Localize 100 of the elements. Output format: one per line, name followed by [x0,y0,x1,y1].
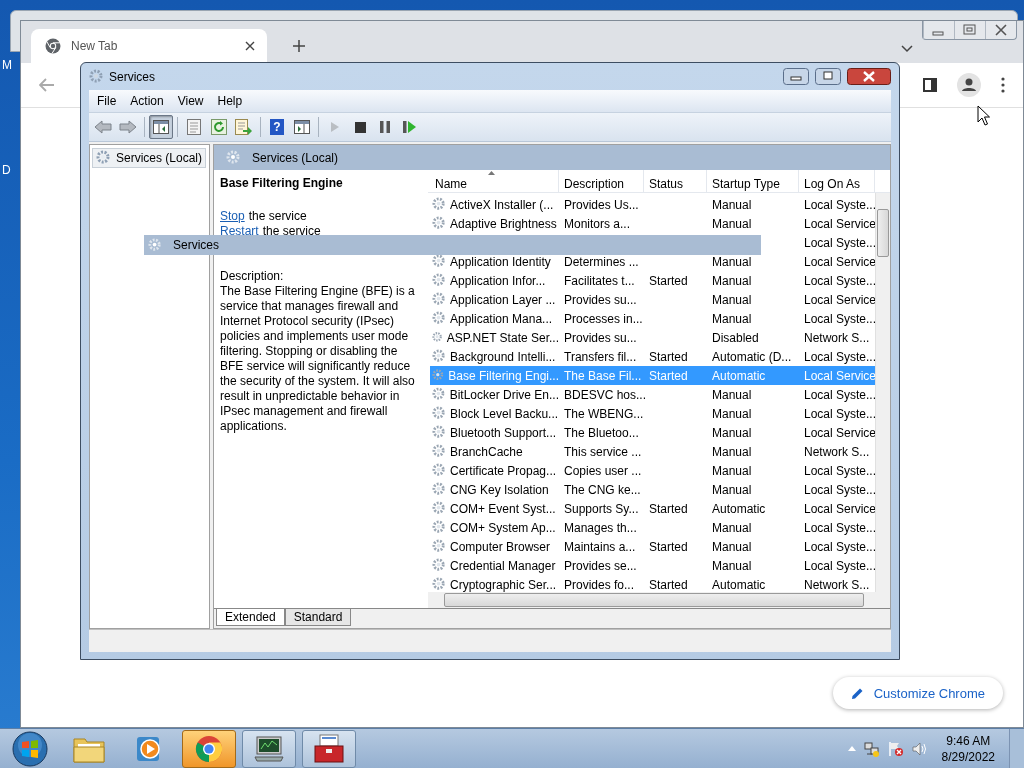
view-tab[interactable]: Extended [216,609,285,626]
close-icon[interactable] [847,68,891,85]
menu-item[interactable]: File [91,94,123,108]
service-row[interactable]: Computer Browser Maintains a... Started Manual Local Syste... [430,537,875,556]
new-tab-icon[interactable] [293,40,305,52]
service-row[interactable]: Application Identity Determines ... Manual Local Service [430,252,875,271]
back-arrow-icon[interactable] [39,78,55,92]
table-cell: Local Service [804,501,877,516]
table-cell: Provides fo... [564,577,635,592]
table-cell: Manual [712,406,752,421]
table-cell: Manual [712,292,752,307]
flag-icon[interactable] [887,740,904,757]
chevron-down-icon[interactable] [901,45,913,53]
menu-icon[interactable] [1001,77,1005,93]
column-header[interactable]: Name [430,170,559,192]
table-cell: Application Mana... [450,311,553,326]
table-cell: Block Level Backu... [450,406,559,421]
browser-tab[interactable]: New Tab [31,29,267,63]
right-arrow-icon [119,120,137,134]
table-cell: Manual [712,387,752,402]
table-cell: Application Identity [450,254,551,269]
table-cell: Local Syste... [804,482,877,497]
service-row[interactable]: Application Layer ... Provides su... Manual Local Service [430,290,875,309]
clock[interactable]: 9:46 AM 8/29/2022 [941,732,995,765]
tab-title: New Tab [71,39,119,53]
taskbar-button[interactable] [302,729,356,768]
scrollbar-thumb[interactable] [877,209,889,257]
service-row[interactable]: ASP.NET State Ser... Provides su... Disabled Network S... [430,328,875,347]
table-cell: Manual [712,539,752,554]
side-panel-icon[interactable] [923,78,937,92]
service-row[interactable]: Application Infor... Facilitates t... Started Manual Local Syste... [430,271,875,290]
network-icon[interactable] [863,740,880,757]
table-cell: The Bluetoo... [564,425,639,440]
column-header[interactable]: Status [644,170,707,192]
horizontal-scrollbar[interactable] [428,592,890,608]
table-cell: Provides se... [564,558,637,573]
table-cell: Local Service [804,368,877,383]
service-row[interactable]: COM+ System Ap... Manages th... Manual Local Syste... [430,518,875,537]
window-panes-icon [153,120,169,134]
monitor-icon [253,734,285,763]
table-cell: Local Syste... [804,349,877,364]
service-row[interactable]: Adaptive Brightness Monitors a... Manual Local Service [430,214,875,233]
table-cell: Local Syste... [804,558,877,573]
tree-item[interactable]: Services (Local) [92,148,207,168]
gear-icon [432,406,447,421]
service-row[interactable]: Credential Manager Provides se... Manual Local Syste... [430,556,875,575]
column-header[interactable]: Description [559,170,644,192]
table-cell: Local Service [804,292,877,307]
customize-chrome-button[interactable]: Customize Chrome [832,677,1003,709]
table-cell: Bluetooth Support... [450,425,557,440]
table-cell: Manual [712,197,752,212]
document-icon [187,119,201,135]
table-cell: Computer Browser [450,539,551,554]
service-row[interactable]: Certificate Propag... Copies user ... Manual Local Syste... [430,461,875,480]
chrome-logo-icon [195,734,223,763]
gear-icon [432,387,447,402]
view-tab[interactable]: Standard [284,609,352,626]
close-icon[interactable] [245,41,255,51]
service-row[interactable]: BitLocker Drive En... BDESVC hos... Manual Local Syste... [430,385,875,404]
service-row[interactable]: Bluetooth Support... The Bluetoo... Manual Local Service [430,423,875,442]
service-row[interactable]: COM+ Event Syst... Supports Sy... Started Automatic Local Service [430,499,875,518]
menu-item[interactable]: View [171,94,210,108]
table-cell: Manual [712,311,752,326]
service-row[interactable]: Background Intelli... Transfers fil... Started Automatic (D... Local Syste... [430,347,875,366]
table-cell: Supports Sy... [564,501,639,516]
table-cell: Started [649,368,688,383]
service-action-link[interactable]: Restart [220,224,259,239]
service-row[interactable]: ActiveX Installer (... Provides Us... Manual Local Syste... [430,195,875,214]
pencil-icon [850,686,864,700]
table-cell: Started [649,501,688,516]
clock-time: 9:46 AM [946,732,991,749]
window-panes-icon [294,120,310,134]
menu-item[interactable]: Action [124,94,170,108]
taskbar-button[interactable] [242,729,296,768]
table-cell: Provides Us... [564,197,639,212]
profile-icon[interactable] [957,73,981,97]
service-action-link[interactable]: Stop [220,209,245,224]
service-row[interactable]: CNG Key Isolation The CNG ke... Manual Local Syste... [430,480,875,499]
vertical-scrollbar[interactable] [875,193,890,592]
start-button-icon[interactable] [12,730,48,767]
service-row[interactable]: Application Mana... Processes in... Manual Local Syste... [430,309,875,328]
gear-icon [432,539,447,554]
service-row[interactable]: Block Level Backu... The WBENG... Manual Local Syste... [430,404,875,423]
table-cell: Manual [712,216,752,231]
help-button[interactable]: ? [265,115,289,139]
table-cell: Copies user ... [564,463,642,478]
menu-item[interactable]: Help [211,94,249,108]
table-cell: This service ... [564,444,642,459]
minimize-icon[interactable] [783,68,809,85]
service-row[interactable]: BranchCache This service ... Manual Network S... [430,442,875,461]
scrollbar-thumb[interactable] [444,593,864,607]
console-tree-button[interactable] [149,115,173,139]
column-header[interactable]: Log On As [799,170,875,192]
maximize-icon[interactable] [815,68,841,85]
column-header[interactable]: Startup Type [707,170,799,192]
table-cell: BranchCache [450,444,523,459]
speaker-icon[interactable] [911,740,928,757]
gear-icon [432,425,447,440]
service-row[interactable]: Cryptographic Ser... Provides fo... Started Automatic Network S... [430,575,875,594]
gear-icon [432,197,447,212]
